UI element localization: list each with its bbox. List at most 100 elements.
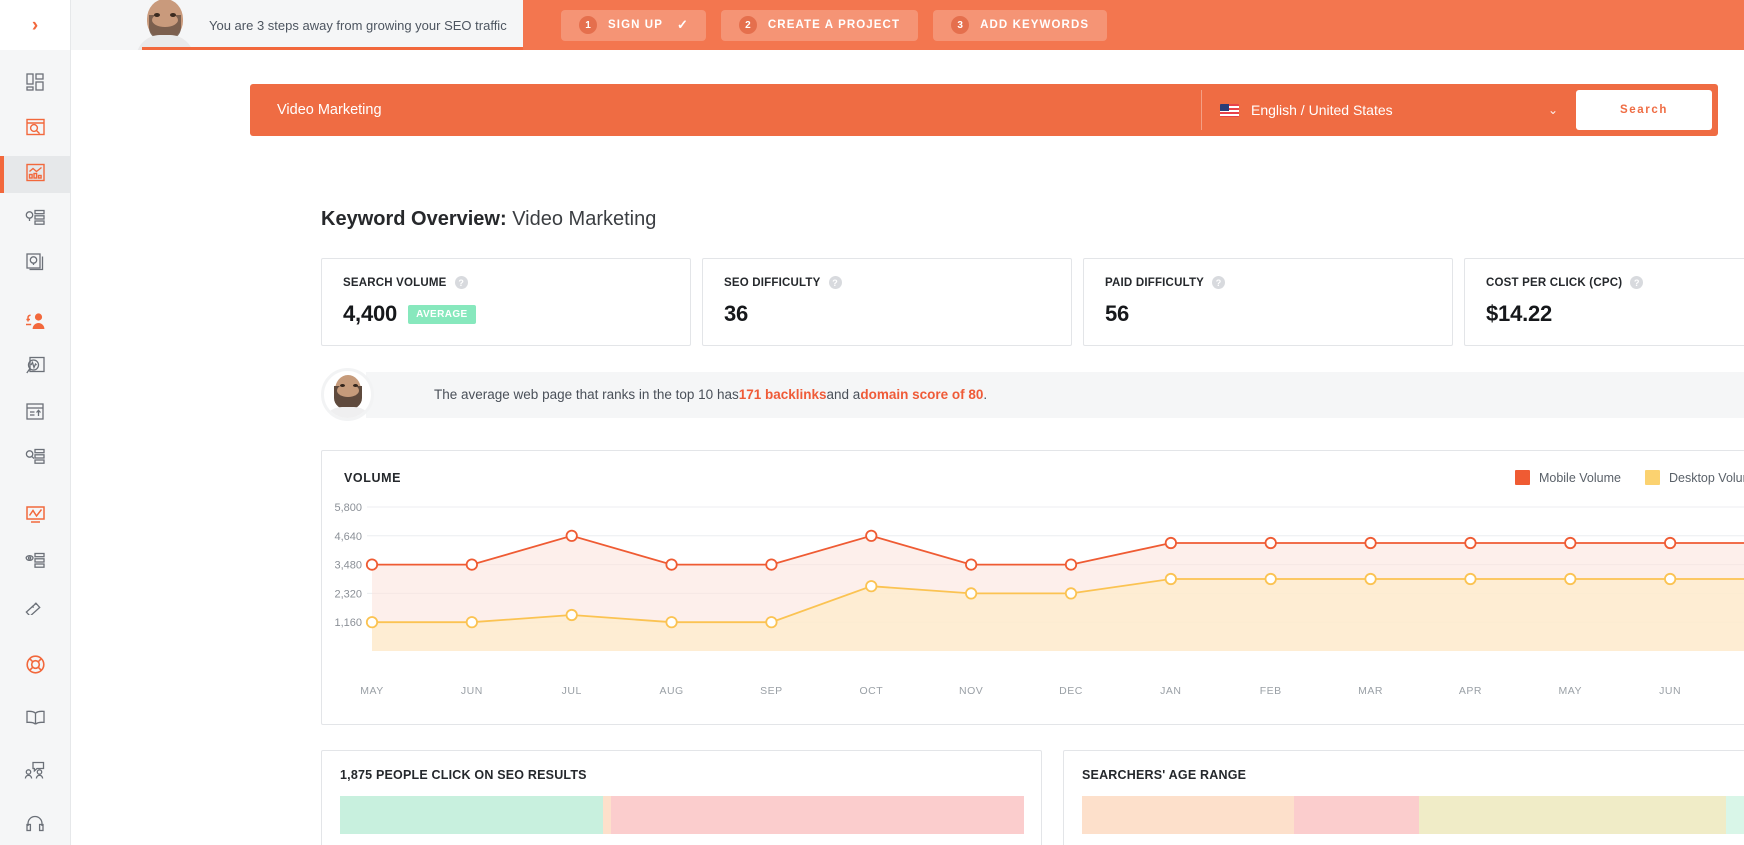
sidebar-item-headset-support[interactable]: [0, 807, 71, 844]
sidebar-item-content-ideas[interactable]: [0, 246, 71, 283]
step-1-label: SIGN UP: [608, 19, 663, 31]
metric-value: 4,400: [343, 301, 397, 327]
content-ideas-icon: [25, 252, 45, 277]
app-root: ›: [0, 0, 1744, 845]
insight-banner: The average web page that ranks in the t…: [321, 368, 1744, 421]
svg-text:MAY: MAY: [360, 685, 383, 697]
rail-icon-list: [0, 50, 70, 844]
legend-swatch-desktop: [1645, 470, 1660, 485]
rank-tracking-icon: [25, 402, 45, 426]
chart-legend: Mobile Volume Desktop Volume: [1515, 470, 1744, 485]
page-insights-icon: [25, 551, 46, 575]
insight-backlinks: 171 backlinks: [739, 387, 827, 402]
help-icon[interactable]: ?: [1630, 276, 1643, 289]
age-card-title: SEARCHERS' AGE RANGE: [1082, 768, 1744, 782]
left-nav-rail: ›: [0, 0, 71, 845]
community-icon: [24, 761, 46, 785]
insight-domain-score: domain score of 80: [860, 387, 983, 402]
metric-value: 56: [1105, 301, 1129, 327]
stack-segment[interactable]: [1726, 796, 1744, 834]
search-input[interactable]: [256, 90, 1201, 130]
link-builder-icon: [25, 595, 45, 620]
stack-segment[interactable]: [603, 796, 611, 834]
onboarding-message-area: You are 3 steps away from growing your S…: [71, 0, 523, 50]
sidebar-item-support[interactable]: [0, 648, 71, 685]
legend-item-desktop[interactable]: Desktop Volume: [1645, 470, 1744, 485]
check-icon: ✓: [677, 17, 688, 33]
locale-label: English / United States: [1251, 102, 1536, 118]
svg-text:4,640: 4,640: [334, 531, 362, 543]
svg-text:SEP: SEP: [760, 685, 783, 697]
seo-analyzer-icon: [25, 447, 46, 471]
expand-sidebar-icon[interactable]: ›: [32, 16, 38, 35]
metric-card-seo-difficulty: SEO DIFFICULTY ? 36: [702, 258, 1072, 346]
stack-segment[interactable]: [340, 796, 603, 834]
volume-chart-card: VOLUME Mobile Volume Desktop Volume 1,16: [321, 450, 1744, 725]
page-title: Keyword Overview: Video Marketing: [321, 208, 656, 231]
metric-value: 36: [724, 301, 748, 327]
svg-text:AUG: AUG: [659, 685, 683, 697]
insight-text-3: .: [983, 387, 987, 402]
help-icon[interactable]: ?: [1212, 276, 1225, 289]
stack-segment[interactable]: [1082, 796, 1294, 834]
sidebar-item-analytics[interactable]: [0, 499, 71, 536]
page-title-prefix: Keyword Overview:: [321, 208, 507, 230]
legend-label-desktop: Desktop Volume: [1669, 471, 1744, 485]
onboarding-step-3[interactable]: 3 ADD KEYWORDS: [933, 10, 1107, 41]
svg-text:5,800: 5,800: [334, 502, 362, 514]
step-1-number: 1: [579, 16, 597, 34]
insight-text: The average web page that ranks in the t…: [366, 372, 1744, 418]
sidebar-item-dashboard[interactable]: [0, 66, 71, 103]
clicks-card-title: 1,875 PEOPLE CLICK ON SEO RESULTS: [340, 768, 1023, 782]
metric-card-row: SEARCH VOLUME ? 4,400 AVERAGE SEO DIFFIC…: [321, 258, 1744, 346]
sidebar-item-community[interactable]: [0, 754, 71, 791]
svg-text:JUL: JUL: [562, 685, 582, 697]
svg-text:DEC: DEC: [1059, 685, 1083, 697]
traffic-analyzer-icon: [25, 356, 46, 382]
metric-card-cpc: COST PER CLICK (CPC) ? $14.22: [1464, 258, 1744, 346]
onboarding-message: You are 3 steps away from growing your S…: [209, 18, 507, 33]
step-3-label: ADD KEYWORDS: [980, 19, 1089, 31]
help-icon[interactable]: ?: [829, 276, 842, 289]
sidebar-item-rank-tracking[interactable]: [0, 395, 71, 432]
analytics-icon: [25, 505, 46, 530]
stack-segment[interactable]: [1419, 796, 1725, 834]
coach-avatar: [134, 0, 196, 50]
sidebar-item-keyword-ideas[interactable]: [0, 201, 71, 238]
sidebar-item-keyword-overview[interactable]: [0, 156, 71, 193]
search-button[interactable]: Search: [1576, 90, 1712, 130]
legend-item-mobile[interactable]: Mobile Volume: [1515, 470, 1621, 485]
svg-text:1,160: 1,160: [334, 617, 362, 629]
metric-label: SEO DIFFICULTY: [724, 277, 821, 289]
dashboard-icon: [25, 72, 45, 97]
sidebar-item-link-builder[interactable]: [0, 589, 71, 626]
step-2-label: CREATE A PROJECT: [768, 19, 900, 31]
legend-label-mobile: Mobile Volume: [1539, 471, 1621, 485]
chart-header: VOLUME Mobile Volume Desktop Volume: [322, 451, 1744, 485]
svg-text:JAN: JAN: [1160, 685, 1181, 697]
step-2-number: 2: [739, 16, 757, 34]
page-body: English / United States ⌄ Search Keyword…: [71, 50, 1744, 845]
onboarding-step-1[interactable]: 1 SIGN UP ✓: [561, 10, 706, 41]
stack-segment[interactable]: [1294, 796, 1419, 834]
insight-text-1: The average web page that ranks in the t…: [434, 387, 739, 402]
seo-clicks-card: 1,875 PEOPLE CLICK ON SEO RESULTS SEOPai…: [321, 750, 1042, 845]
headset-support-icon: [25, 814, 45, 838]
learn-book-icon: [25, 709, 46, 731]
help-icon[interactable]: ?: [455, 276, 468, 289]
sidebar-item-seo-analyzer[interactable]: [0, 440, 71, 477]
sidebar-item-site-audit[interactable]: [0, 111, 71, 148]
onboarding-step-2[interactable]: 2 CREATE A PROJECT: [721, 10, 918, 41]
insight-text-2: and a: [827, 387, 861, 402]
svg-text:3,480: 3,480: [334, 560, 362, 572]
age-range-card: SEARCHERS' AGE RANGE <1818-2425-3435-444…: [1063, 750, 1744, 845]
sidebar-item-competitors[interactable]: [0, 305, 71, 342]
stack-segment[interactable]: [611, 796, 1024, 834]
sidebar-item-learn[interactable]: [0, 701, 71, 738]
locale-selector[interactable]: English / United States ⌄: [1202, 90, 1574, 130]
sidebar-item-traffic-analyzer[interactable]: [0, 350, 71, 387]
bottom-card-row: 1,875 PEOPLE CLICK ON SEO RESULTS SEOPai…: [321, 750, 1744, 845]
rail-expand-area[interactable]: ›: [0, 0, 70, 50]
svg-text:OCT: OCT: [859, 685, 883, 697]
sidebar-item-page-insights[interactable]: [0, 544, 71, 581]
